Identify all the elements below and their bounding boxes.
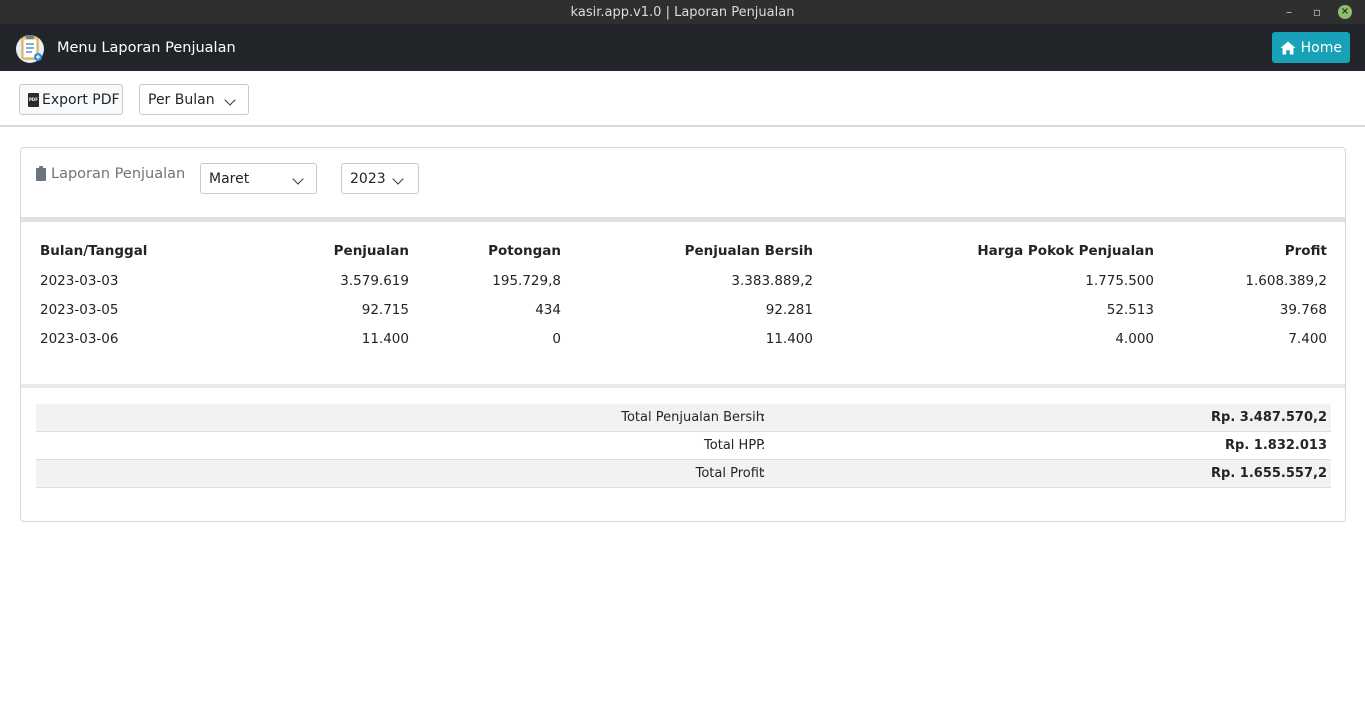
- close-icon: ×: [1338, 5, 1352, 19]
- report-card-header: Laporan Penjualan Maret 2023: [21, 148, 1345, 220]
- table-cell: 195.729,8: [492, 272, 561, 289]
- total-label: Total Penjualan Bersih: [621, 410, 764, 425]
- table-header-row: Bulan/Tanggal Penjualan Potongan Penjual…: [40, 236, 1327, 266]
- month-select-value: Maret: [209, 170, 250, 187]
- total-value: Rp. 1.832.013: [1225, 438, 1327, 453]
- table-cell: 1.775.500: [1085, 272, 1154, 289]
- report-card-title-text: Laporan Penjualan: [51, 166, 186, 182]
- home-button[interactable]: Home: [1271, 32, 1350, 63]
- minimize-icon: –: [1286, 5, 1292, 19]
- column-header: Penjualan Bersih: [684, 243, 813, 259]
- home-icon: [1280, 41, 1296, 54]
- chevron-down-icon: [224, 94, 236, 106]
- window-title: kasir.app.v1.0 | Laporan Penjualan: [570, 4, 795, 20]
- report-card: Laporan Penjualan Maret 2023 Bulan/Tangg…: [20, 147, 1346, 522]
- month-select[interactable]: Maret: [200, 163, 317, 194]
- chevron-down-icon: [292, 173, 304, 185]
- table-cell: 434: [535, 301, 561, 318]
- column-header: Bulan/Tanggal: [40, 243, 148, 259]
- table-row: 2023-03-06 11.400 0 11.400 4.000 7.400: [40, 324, 1327, 353]
- app-header: Menu Laporan Penjualan Home: [0, 24, 1365, 71]
- table-cell: 92.715: [361, 301, 409, 318]
- column-header: Harga Pokok Penjualan: [977, 243, 1154, 259]
- clipboard-logo-icon: [16, 35, 44, 63]
- table-cell: 4.000: [1115, 330, 1154, 347]
- total-colon: :: [761, 438, 766, 453]
- column-header: Profit: [1284, 243, 1327, 259]
- export-pdf-label: Export PDF: [42, 91, 120, 108]
- year-select-value: 2023: [350, 170, 386, 187]
- year-select[interactable]: 2023: [341, 163, 419, 194]
- total-value: Rp. 1.655.557,2: [1211, 466, 1327, 481]
- total-value: Rp. 3.487.570,2: [1211, 410, 1327, 425]
- total-net-sales-row: Total Penjualan Bersih : Rp. 3.487.570,2: [36, 404, 1331, 432]
- restore-button[interactable]: ▫: [1303, 0, 1331, 24]
- table-cell: 11.400: [765, 330, 813, 347]
- home-button-label: Home: [1300, 39, 1342, 56]
- total-hpp-row: Total HPP : Rp. 1.832.013: [36, 432, 1331, 460]
- table-cell: 11.400: [361, 330, 409, 347]
- table-cell: 1.608.389,2: [1245, 272, 1327, 289]
- period-select-value: Per Bulan: [148, 91, 215, 108]
- table-cell: 2023-03-06: [40, 330, 119, 347]
- total-colon: :: [761, 410, 766, 425]
- toolbar: Export PDF Per Bulan: [0, 71, 1365, 127]
- section-divider: [21, 384, 1345, 388]
- total-profit-row: Total Profit : Rp. 1.655.557,2: [36, 460, 1331, 488]
- total-colon: :: [761, 466, 766, 481]
- restore-icon: ▫: [1312, 5, 1322, 19]
- total-label: Total Profit: [695, 466, 764, 481]
- table-cell: 3.579.619: [340, 272, 409, 289]
- pdf-file-icon: [28, 92, 39, 107]
- totals-summary: Total Penjualan Bersih : Rp. 3.487.570,2…: [36, 404, 1331, 488]
- table-cell: 7.400: [1288, 330, 1327, 347]
- report-card-title: Laporan Penjualan: [36, 165, 186, 182]
- table-cell: 39.768: [1279, 301, 1327, 318]
- window-controls: – ▫ ×: [1275, 0, 1359, 24]
- table-row: 2023-03-05 92.715 434 92.281 52.513 39.7…: [40, 295, 1327, 324]
- clipboard-icon: [36, 165, 46, 181]
- table-row: 2023-03-03 3.579.619 195.729,8 3.383.889…: [40, 266, 1327, 295]
- table-cell: 3.383.889,2: [731, 272, 813, 289]
- table-cell: 92.281: [765, 301, 813, 318]
- sales-report-table: Bulan/Tanggal Penjualan Potongan Penjual…: [40, 236, 1327, 353]
- section-divider: [21, 217, 1345, 222]
- minimize-button[interactable]: –: [1275, 0, 1303, 24]
- column-header: Penjualan: [333, 243, 409, 259]
- window-titlebar: kasir.app.v1.0 | Laporan Penjualan – ▫ ×: [0, 0, 1365, 24]
- close-button[interactable]: ×: [1331, 0, 1359, 24]
- column-header: Potongan: [488, 243, 561, 259]
- export-pdf-button[interactable]: Export PDF: [19, 84, 123, 115]
- table-cell: 52.513: [1106, 301, 1154, 318]
- chevron-down-icon: [392, 173, 404, 185]
- period-select[interactable]: Per Bulan: [139, 84, 249, 115]
- table-cell: 2023-03-05: [40, 301, 119, 318]
- table-cell: 2023-03-03: [40, 272, 119, 289]
- total-label: Total HPP: [704, 438, 764, 453]
- page-title: Menu Laporan Penjualan: [57, 39, 236, 56]
- table-cell: 0: [552, 330, 561, 347]
